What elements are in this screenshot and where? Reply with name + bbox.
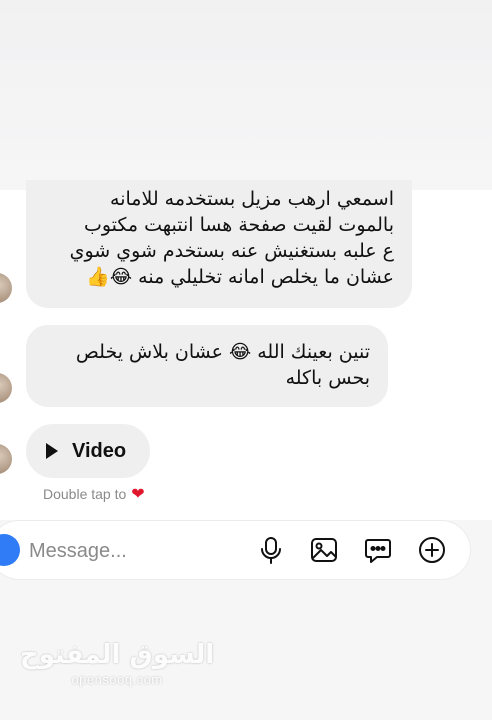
video-label: Video xyxy=(72,439,127,462)
message-line: ع علبه بستغنيش عنه بستخدم شوي شوي xyxy=(69,240,394,262)
camera-icon[interactable] xyxy=(0,534,20,566)
play-icon xyxy=(46,443,58,459)
message-bubble[interactable]: اسمعي ارهب مزيل بستخدمه للامانه بالموت ل… xyxy=(26,180,412,308)
message-line: تنين بعينك الله 😂 عشان بلاش يخلص xyxy=(75,341,370,363)
sticker-chat-icon[interactable] xyxy=(362,534,394,566)
image-icon[interactable] xyxy=(308,534,340,566)
message-line: بحس باكله xyxy=(285,367,370,389)
chat-thread: اسمعي ارهب مزيل بستخدمه للامانه بالموت ل… xyxy=(0,0,492,520)
message-bubble[interactable]: تنين بعينك الله 😂 عشان بلاش يخلص بحس باك… xyxy=(26,325,388,407)
heart-icon: ❤ xyxy=(131,486,145,503)
watermark-latin: opensooq.com xyxy=(71,672,163,687)
add-icon[interactable] xyxy=(416,534,448,566)
microphone-icon[interactable] xyxy=(255,534,287,566)
watermark-arabic: السوق المفتوح xyxy=(20,640,215,670)
video-message[interactable]: Video xyxy=(26,424,150,478)
message-line: عشان ما يخلص امانه تخليلي منه 😂👍 xyxy=(86,266,394,288)
message-composer xyxy=(0,521,470,579)
message-line: بالموت لقيت صفحة هسا انتبهت مكتوب xyxy=(83,214,394,236)
message-line: اسمعي ارهب مزيل بستخدمه للامانه xyxy=(110,188,394,210)
message-input[interactable] xyxy=(27,535,221,567)
double-tap-text: Double tap to xyxy=(43,486,127,502)
watermark: السوق المفتوح opensooq.com xyxy=(20,640,214,687)
double-tap-hint: Double tap to ❤ xyxy=(43,484,145,504)
